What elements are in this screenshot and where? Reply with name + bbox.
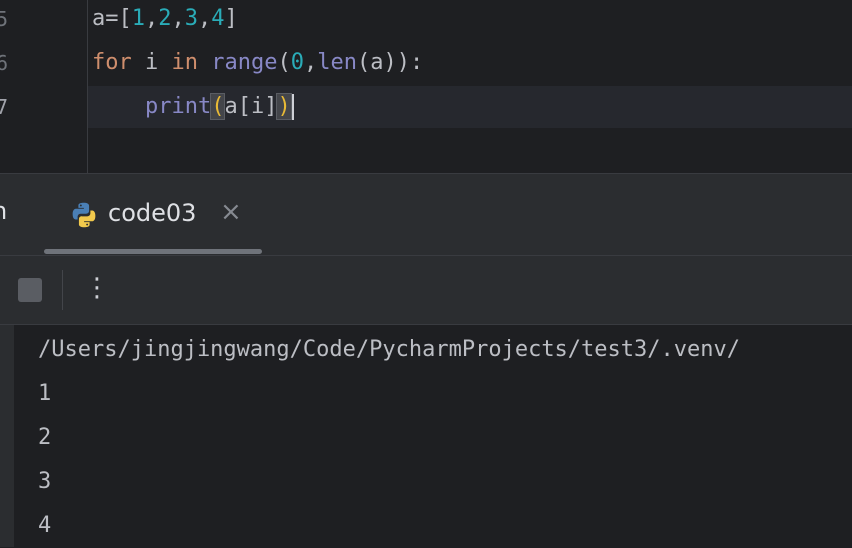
console-line: /Users/jingjingwang/Code/PycharmProjects… [38, 337, 740, 362]
python-icon [72, 202, 96, 228]
token-comma: , [171, 6, 185, 31]
tab-title: code03 [108, 199, 197, 227]
code-editor[interactable]: 5 6 7 a=[1,2,3,4] for i in range(0,len(a… [0, 0, 852, 173]
token-number: 4 [211, 6, 225, 31]
run-window-label[interactable]: n [0, 197, 7, 225]
console-line: 3 [38, 469, 52, 494]
line-number: 6 [0, 51, 9, 75]
token-number: 3 [184, 6, 198, 31]
line-number: 5 [0, 7, 9, 31]
line-number-current: 7 [0, 95, 9, 119]
token-number: 2 [158, 6, 172, 31]
more-options-icon[interactable]: ⋮ [84, 270, 110, 310]
tab-code03[interactable]: code03 × [44, 173, 262, 255]
token-comma: , [198, 6, 212, 31]
token-paren: ( [277, 50, 291, 75]
console-gutter [0, 325, 14, 547]
token-args: (a) [356, 50, 397, 75]
token-operator: = [105, 6, 119, 31]
run-toolbar: ⋮ [0, 256, 852, 324]
code-line-6[interactable]: for i in range(0,len(a)): [92, 41, 423, 85]
close-icon[interactable]: × [220, 197, 242, 227]
code-line-5[interactable]: a=[1,2,3,4] [92, 0, 238, 41]
token-args: a[i] [224, 94, 278, 119]
active-tab-indicator [44, 249, 262, 254]
console-line: 2 [38, 425, 52, 450]
token-builtin: print [144, 94, 212, 119]
token-builtin: len [317, 50, 357, 75]
stop-icon[interactable] [18, 278, 42, 302]
matched-paren-close: ) [276, 93, 292, 120]
toolbar-separator [62, 270, 63, 310]
token-number: 0 [290, 50, 304, 75]
token-comma: , [145, 6, 159, 31]
code-line-7[interactable]: print(a[i]) [92, 85, 294, 129]
token-number: 1 [131, 6, 145, 31]
editor-gutter: 5 6 7 [0, 0, 87, 173]
text-caret [291, 94, 294, 120]
token-builtin: range [211, 50, 278, 75]
token-identifier: i [131, 50, 172, 75]
gutter-divider [87, 0, 88, 173]
matched-paren-open: ( [210, 93, 226, 120]
console-line: 1 [38, 381, 52, 406]
token-bracket: ] [224, 6, 238, 31]
token-paren: ): [396, 50, 424, 75]
token-keyword: in [171, 50, 199, 75]
token-comma: , [303, 50, 318, 75]
token-bracket: [ [118, 6, 132, 31]
token-keyword: for [92, 50, 132, 75]
token-identifier: a [92, 6, 106, 31]
console-line: 4 [38, 513, 52, 538]
run-console-output[interactable]: /Users/jingjingwang/Code/PycharmProjects… [0, 324, 852, 547]
